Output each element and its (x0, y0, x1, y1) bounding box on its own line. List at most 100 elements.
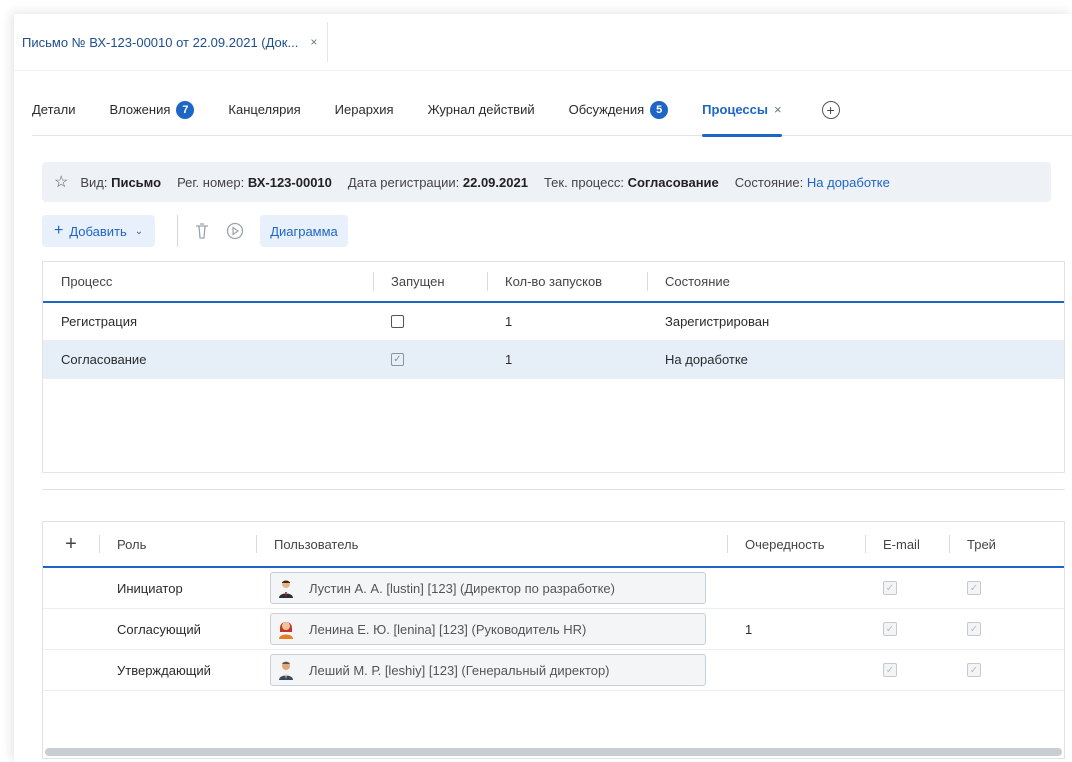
column-header-process[interactable]: Процесс (43, 262, 373, 301)
table-row[interactable]: Согласующий Ленина Е. Ю. [lenina] [123] … (43, 609, 1064, 650)
tab-hierarchy-label: Иерархия (334, 102, 394, 117)
user-field[interactable]: Ленина Е. Ю. [lenina] [123] (Руководител… (270, 613, 706, 645)
chevron-down-icon: ⌄ (134, 225, 144, 237)
info-process-value: Согласование (627, 174, 719, 190)
star-icon[interactable]: ☆ (54, 172, 68, 192)
info-date-label: Дата регистрации: (347, 174, 460, 190)
table-row[interactable]: Регистрация 1 Зарегистрирован (43, 303, 1064, 341)
info-reg-label: Рег. номер: (177, 174, 245, 190)
tray-cell: ✓ (949, 568, 1049, 608)
tab-office-label: Канцелярия (228, 102, 301, 117)
add-dropdown-button[interactable]: + Добавить ⌄ (42, 215, 156, 247)
tab-processes-label: Процессы (702, 102, 768, 117)
info-kind-label: Вид: (80, 174, 108, 190)
diagram-button[interactable]: Диаграмма (260, 215, 348, 247)
user-cell: Леший М. Р. [leshiy] [123] (Генеральный … (256, 650, 727, 690)
started-cell (373, 303, 487, 340)
email-checkbox[interactable]: ✓ (883, 622, 897, 636)
email-checkbox[interactable]: ✓ (883, 581, 897, 595)
count-cell: 1 (505, 314, 513, 329)
add-role-button[interactable]: + (43, 522, 99, 566)
tab-office[interactable]: Канцелярия (228, 84, 300, 136)
add-button-label: Добавить (69, 223, 127, 239)
column-header-email[interactable]: E-mail (865, 522, 949, 566)
play-icon[interactable] (226, 222, 244, 240)
tray-checkbox[interactable]: ✓ (967, 581, 981, 595)
tray-checkbox[interactable]: ✓ (967, 663, 981, 677)
plus-icon: + (54, 222, 64, 239)
user-name: Лустин А. А. [lustin] [123] (Директор по… (309, 580, 615, 596)
column-header-started[interactable]: Запущен (373, 262, 487, 301)
document-window: Письмо № ВХ-123-00010 от 22.09.2021 (Док… (14, 14, 1072, 762)
tray-cell: ✓ (949, 650, 1049, 690)
discussions-count-badge: 5 (650, 100, 669, 119)
tab-processes[interactable]: Процессы × (702, 84, 783, 137)
column-header-count[interactable]: Кол-во запусков (487, 262, 647, 301)
tab-discussions[interactable]: Обсуждения 5 (569, 84, 669, 136)
column-header-order[interactable]: Очередность (727, 522, 865, 566)
column-header-user[interactable]: Пользователь (256, 522, 727, 566)
info-process-label: Тек. процесс: (543, 174, 624, 190)
tab-details[interactable]: Детали (32, 84, 76, 136)
process-name-cell: Согласование (61, 352, 147, 367)
info-kind-value: Письмо (111, 174, 162, 190)
column-header-state[interactable]: Состояние (647, 262, 1057, 301)
process-grid: Процесс Запущен Кол-во запусков Состояни… (42, 261, 1065, 473)
started-cell: ✓ (373, 341, 487, 378)
section-tabs: Детали Вложения 7 Канцелярия Иерархия Жу… (32, 84, 1072, 137)
table-row[interactable]: Утверждающий Леший М. Р. [leshiy] [123] … (43, 650, 1064, 691)
started-checkbox[interactable]: ✓ (391, 353, 404, 366)
row-spacer (43, 568, 99, 608)
email-checkbox[interactable]: ✓ (883, 663, 897, 677)
male-avatar-icon (279, 580, 293, 598)
state-cell: На доработке (665, 352, 748, 367)
column-header-role[interactable]: Роль (99, 522, 256, 566)
info-state: Состояние: На доработке (735, 175, 890, 190)
section-divider (42, 489, 1065, 490)
row-spacer (43, 609, 99, 649)
horizontal-scrollbar[interactable] (45, 748, 1062, 756)
order-cell (727, 650, 865, 690)
email-cell: ✓ (865, 650, 949, 690)
tab-attachments[interactable]: Вложения 7 (110, 84, 195, 136)
close-icon[interactable]: × (774, 102, 782, 117)
user-cell: Лустин А. А. [lustin] [123] (Директор по… (256, 568, 727, 608)
close-icon[interactable]: × (310, 35, 317, 49)
tray-cell: ✓ (949, 609, 1049, 649)
user-name: Леший М. Р. [leshiy] [123] (Генеральный … (309, 662, 610, 678)
plus-circle-icon: + (821, 100, 840, 119)
info-state-label: Состояние: (734, 174, 804, 190)
document-info-bar: ☆ Вид: Письмо Рег. номер: ВХ-123-00010 Д… (42, 162, 1051, 202)
info-reg-value: ВХ-123-00010 (247, 174, 332, 190)
table-row[interactable]: Инициатор Лустин А. А. [lustin] [123] (Д… (43, 568, 1064, 609)
info-current-process: Тек. процесс: Согласование (544, 175, 719, 190)
document-tab-title[interactable]: Письмо № ВХ-123-00010 от 22.09.2021 (Док… (22, 35, 298, 50)
order-cell (727, 568, 865, 608)
delete-icon[interactable] (194, 222, 210, 240)
user-field[interactable]: Леший М. Р. [leshiy] [123] (Генеральный … (270, 654, 706, 686)
toolbar-separator (177, 215, 179, 247)
started-checkbox[interactable] (391, 315, 404, 328)
info-reg-number: Рег. номер: ВХ-123-00010 (177, 175, 332, 190)
attachments-count-badge: 7 (176, 100, 195, 119)
add-tab-button[interactable]: + (816, 84, 840, 136)
table-row[interactable]: Согласование ✓ 1 На доработке (43, 341, 1064, 379)
document-tab[interactable]: Письмо № ВХ-123-00010 от 22.09.2021 (Док… (14, 22, 329, 62)
tab-hierarchy[interactable]: Иерархия (335, 84, 394, 136)
role-grid-header: + Роль Пользователь Очередность E-mail Т… (43, 522, 1064, 568)
email-cell: ✓ (865, 609, 949, 649)
process-name-cell: Регистрация (61, 314, 137, 329)
tab-details-label: Детали (32, 102, 76, 117)
user-field[interactable]: Лустин А. А. [lustin] [123] (Директор по… (270, 572, 706, 604)
email-cell: ✓ (865, 568, 949, 608)
tab-action-log[interactable]: Журнал действий (428, 84, 535, 136)
tab-strip-divider (14, 70, 1072, 71)
row-spacer (43, 650, 99, 690)
tab-attachments-label: Вложения (109, 102, 171, 117)
order-cell: 1 (745, 621, 753, 637)
process-toolbar: + Добавить ⌄ Диаграмма (42, 215, 348, 247)
column-header-tray[interactable]: Трей (949, 522, 1049, 566)
role-cell: Утверждающий (117, 662, 211, 678)
tray-checkbox[interactable]: ✓ (967, 622, 981, 636)
info-state-link[interactable]: На доработке (807, 175, 890, 190)
